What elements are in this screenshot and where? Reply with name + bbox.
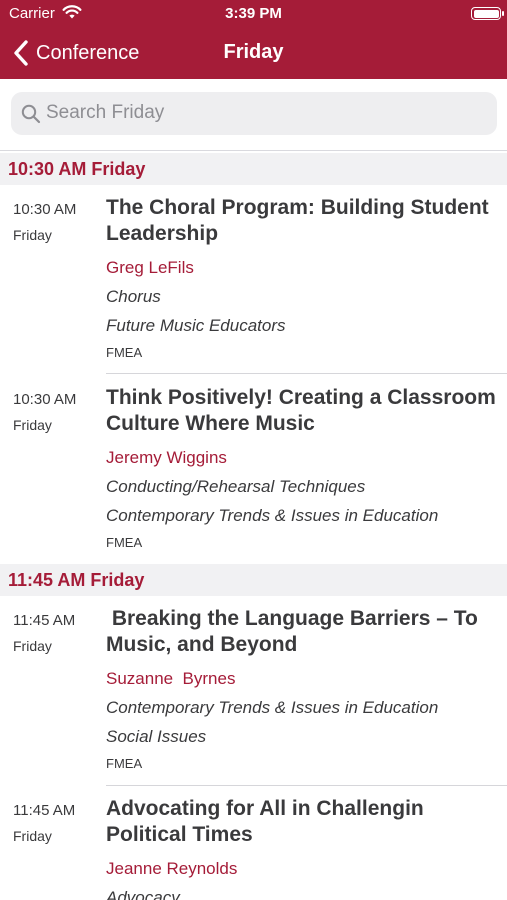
- battery-icon: [471, 7, 504, 20]
- status-bar: Carrier 3:39 PM: [0, 0, 507, 28]
- session-speaker: Greg LeFils: [106, 258, 194, 277]
- session-title: Breaking the Language Barriers – To Musi…: [106, 607, 484, 656]
- session-title: Think Positively! Creating a Classroom C…: [106, 386, 496, 435]
- section-header: 11:45 AM Friday: [0, 564, 507, 596]
- session-topic: Social Issues: [106, 727, 207, 746]
- session-time: 11:45 AM: [13, 612, 76, 629]
- session-org: FMEA: [106, 535, 143, 550]
- search-icon: [21, 104, 41, 124]
- session-speaker: Suzanne Byrnes: [106, 669, 236, 688]
- session-topic: Advocacy: [106, 888, 180, 900]
- session-time: 10:30 AM: [13, 201, 77, 218]
- session-org: FMEA: [106, 756, 143, 771]
- row-divider: [106, 785, 507, 786]
- session-org: FMEA: [106, 345, 143, 360]
- status-time: 3:39 PM: [225, 5, 282, 22]
- search-bar: Search Friday: [0, 79, 507, 151]
- session-topic: Future Music Educators: [106, 316, 286, 335]
- session-day: Friday: [13, 417, 52, 433]
- session-topic: Chorus: [106, 287, 161, 306]
- session-topic: Contemporary Trends & Issues in Educatio…: [106, 506, 439, 525]
- session-title: The Choral Program: Building Student Lea…: [106, 196, 489, 245]
- session-topic: Contemporary Trends & Issues in Educatio…: [106, 698, 439, 717]
- session-topic: Conducting/Rehearsal Techniques: [106, 477, 366, 496]
- search-input[interactable]: Search Friday: [11, 92, 497, 135]
- session-day: Friday: [13, 828, 52, 844]
- session-speaker: Jeanne Reynolds: [106, 859, 238, 878]
- session-time: 11:45 AM: [13, 802, 76, 819]
- search-placeholder: Search Friday: [46, 102, 165, 123]
- section-header: 10:30 AM Friday: [0, 153, 507, 185]
- session-title: Advocating for All in Challengin Politic…: [106, 797, 424, 846]
- section-header-label: 11:45 AM Friday: [8, 570, 145, 590]
- session-speaker: Jeremy Wiggins: [106, 448, 227, 467]
- session-day: Friday: [13, 227, 52, 243]
- navigation-header: Carrier 3:39 PM Conference Friday: [0, 0, 507, 79]
- session-day: Friday: [13, 638, 52, 654]
- page-title: Friday: [223, 41, 284, 63]
- row-divider: [106, 373, 507, 374]
- session-time: 10:30 AM: [13, 391, 77, 408]
- section-header-label: 10:30 AM Friday: [8, 159, 146, 179]
